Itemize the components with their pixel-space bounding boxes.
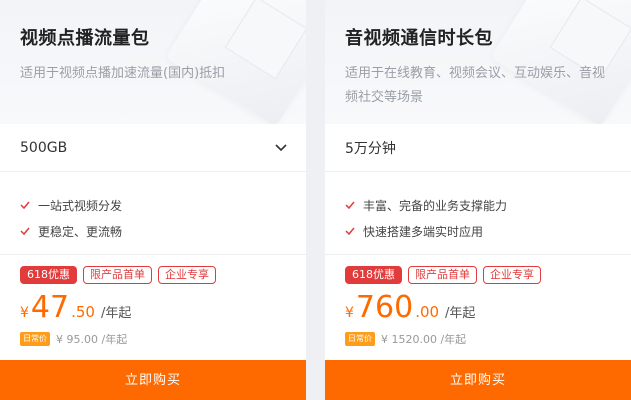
product-card-vod-traffic: 视频点播流量包 适用于视频点播加速流量(国内)抵扣 500GB 一站式视频分发 … bbox=[0, 0, 306, 400]
price-decimal: .00 bbox=[415, 303, 440, 321]
feature-label: 一站式视频分发 bbox=[38, 198, 123, 213]
tag-618-discount: 618优惠 bbox=[20, 266, 77, 284]
price-currency: ¥ bbox=[20, 305, 29, 321]
buy-now-button[interactable]: 立即购买 bbox=[325, 360, 631, 400]
original-price-text: ¥ 1520.00 /年起 bbox=[381, 333, 467, 346]
card-header: 视频点播流量包 适用于视频点播加速流量(国内)抵扣 bbox=[0, 0, 306, 124]
feature-label: 丰富、完备的业务支撑能力 bbox=[363, 198, 508, 213]
spec-value: 500GB bbox=[20, 139, 68, 156]
product-card-rtc-duration: 音视频通信时长包 适用于在线教育、视频会议、互动娱乐、音视频社交等场景 5万分钟… bbox=[325, 0, 631, 400]
original-price: 日常价 ¥ 1520.00 /年起 bbox=[345, 331, 466, 347]
spec-display: 5万分钟 bbox=[325, 124, 631, 172]
card-description: 适用于在线教育、视频会议、互动娱乐、音视频社交等场景 bbox=[345, 66, 606, 105]
promo-tags: 618优惠 限产品首单 企业专享 bbox=[20, 266, 216, 284]
feature-list: 一站式视频分发 更稳定、更流畅 bbox=[20, 192, 122, 244]
price-currency: ¥ bbox=[345, 305, 354, 321]
price-unit: /年起 bbox=[445, 306, 476, 321]
price-integer: 760 bbox=[355, 290, 414, 325]
tag-enterprise: 企业专享 bbox=[158, 266, 216, 284]
tag-first-order: 限产品首单 bbox=[83, 266, 152, 284]
check-icon bbox=[20, 201, 30, 210]
price-integer: 47 bbox=[30, 290, 70, 325]
feature-list: 丰富、完备的业务支撑能力 快速搭建多端实时应用 bbox=[345, 192, 507, 244]
divider bbox=[0, 254, 306, 255]
tag-enterprise: 企业专享 bbox=[483, 266, 541, 284]
regular-price-badge: 日常价 bbox=[20, 332, 50, 346]
chevron-down-icon[interactable] bbox=[274, 140, 288, 154]
product-cards-container: 视频点播流量包 适用于视频点播加速流量(国内)抵扣 500GB 一站式视频分发 … bbox=[0, 0, 631, 400]
buy-now-button[interactable]: 立即购买 bbox=[0, 360, 306, 400]
tag-618-discount: 618优惠 bbox=[345, 266, 402, 284]
feature-item: 丰富、完备的业务支撑能力 bbox=[345, 192, 507, 218]
feature-item: 更稳定、更流畅 bbox=[20, 218, 122, 244]
check-icon bbox=[20, 227, 30, 236]
promo-tags: 618优惠 限产品首单 企业专享 bbox=[345, 266, 541, 284]
original-price: 日常价 ¥ 95.00 /年起 bbox=[20, 331, 127, 347]
card-title: 音视频通信时长包 bbox=[345, 28, 493, 49]
feature-label: 更稳定、更流畅 bbox=[38, 224, 123, 239]
spec-value: 5万分钟 bbox=[345, 140, 396, 157]
tag-first-order: 限产品首单 bbox=[408, 266, 477, 284]
card-description: 适用于视频点播加速流量(国内)抵扣 bbox=[20, 66, 226, 81]
original-price-text: ¥ 95.00 /年起 bbox=[56, 333, 128, 346]
regular-price-badge: 日常价 bbox=[345, 332, 375, 346]
card-title: 视频点播流量包 bbox=[20, 28, 150, 49]
price-decimal: .50 bbox=[71, 303, 95, 321]
price: ¥ 760 .00 /年起 bbox=[345, 290, 475, 326]
spec-select[interactable]: 500GB bbox=[0, 124, 306, 172]
check-icon bbox=[345, 201, 355, 210]
divider bbox=[325, 254, 631, 255]
feature-label: 快速搭建多端实时应用 bbox=[363, 224, 484, 239]
check-icon bbox=[345, 227, 355, 236]
feature-item: 一站式视频分发 bbox=[20, 192, 122, 218]
price: ¥ 47 .50 /年起 bbox=[20, 290, 131, 326]
card-header: 音视频通信时长包 适用于在线教育、视频会议、互动娱乐、音视频社交等场景 bbox=[325, 0, 631, 124]
price-unit: /年起 bbox=[100, 306, 132, 321]
feature-item: 快速搭建多端实时应用 bbox=[345, 218, 507, 244]
